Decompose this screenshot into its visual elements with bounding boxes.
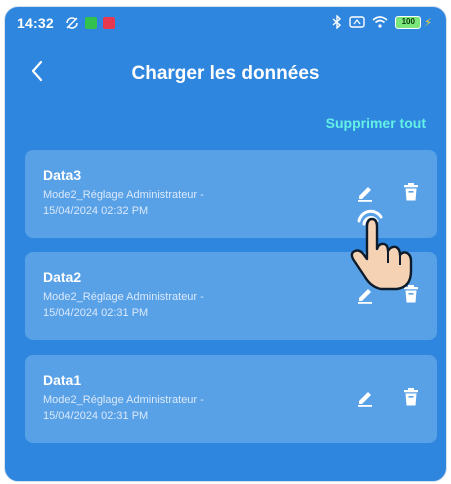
tap-hand-icon bbox=[350, 209, 413, 291]
list-item[interactable]: Data1 Mode2_Réglage Administrateur - 15/… bbox=[25, 355, 437, 443]
status-bar: 14:32 100 ⚡ bbox=[5, 7, 446, 39]
item-description-block: Mode2_Réglage Administrateur - 15/04/202… bbox=[43, 289, 293, 321]
nfc-icon bbox=[349, 16, 365, 28]
delete-all-button[interactable]: Supprimer tout bbox=[326, 115, 426, 131]
status-left-icons bbox=[65, 16, 115, 30]
pencil-icon bbox=[358, 392, 372, 407]
wifi-icon bbox=[372, 16, 388, 28]
bluetooth-icon bbox=[332, 15, 342, 29]
status-right-icons: 100 ⚡ bbox=[332, 15, 432, 29]
item-description: Mode2_Réglage Administrateur - bbox=[43, 189, 204, 201]
item-description: Mode2_Réglage Administrateur - bbox=[43, 291, 204, 303]
delete-button[interactable] bbox=[399, 385, 423, 409]
item-name: Data3 bbox=[43, 167, 82, 183]
charging-icon: ⚡ bbox=[424, 16, 432, 29]
item-description-block: Mode2_Réglage Administrateur - 15/04/202… bbox=[43, 187, 293, 219]
trash-icon bbox=[404, 388, 418, 406]
status-time: 14:32 bbox=[17, 15, 54, 31]
item-name: Data2 bbox=[43, 269, 82, 285]
item-description-block: Mode2_Réglage Administrateur - 15/04/202… bbox=[43, 392, 293, 424]
gmail-notification-icon bbox=[103, 17, 115, 29]
item-name: Data1 bbox=[43, 372, 82, 388]
app-screen: 14:32 100 ⚡ Charger les données Supprime… bbox=[4, 6, 447, 482]
item-description: Mode2_Réglage Administrateur - bbox=[43, 394, 204, 406]
item-date: 15/04/2024 02:31 PM bbox=[43, 410, 149, 422]
edit-button[interactable] bbox=[353, 385, 377, 409]
header: Charger les données bbox=[5, 47, 446, 95]
item-date: 15/04/2024 02:31 PM bbox=[43, 307, 149, 319]
sync-off-icon bbox=[66, 17, 78, 29]
battery-icon: 100 bbox=[395, 15, 422, 29]
item-date: 15/04/2024 02:32 PM bbox=[43, 205, 149, 217]
app-notification-icon bbox=[85, 17, 97, 29]
page-title: Charger les données bbox=[131, 63, 320, 84]
